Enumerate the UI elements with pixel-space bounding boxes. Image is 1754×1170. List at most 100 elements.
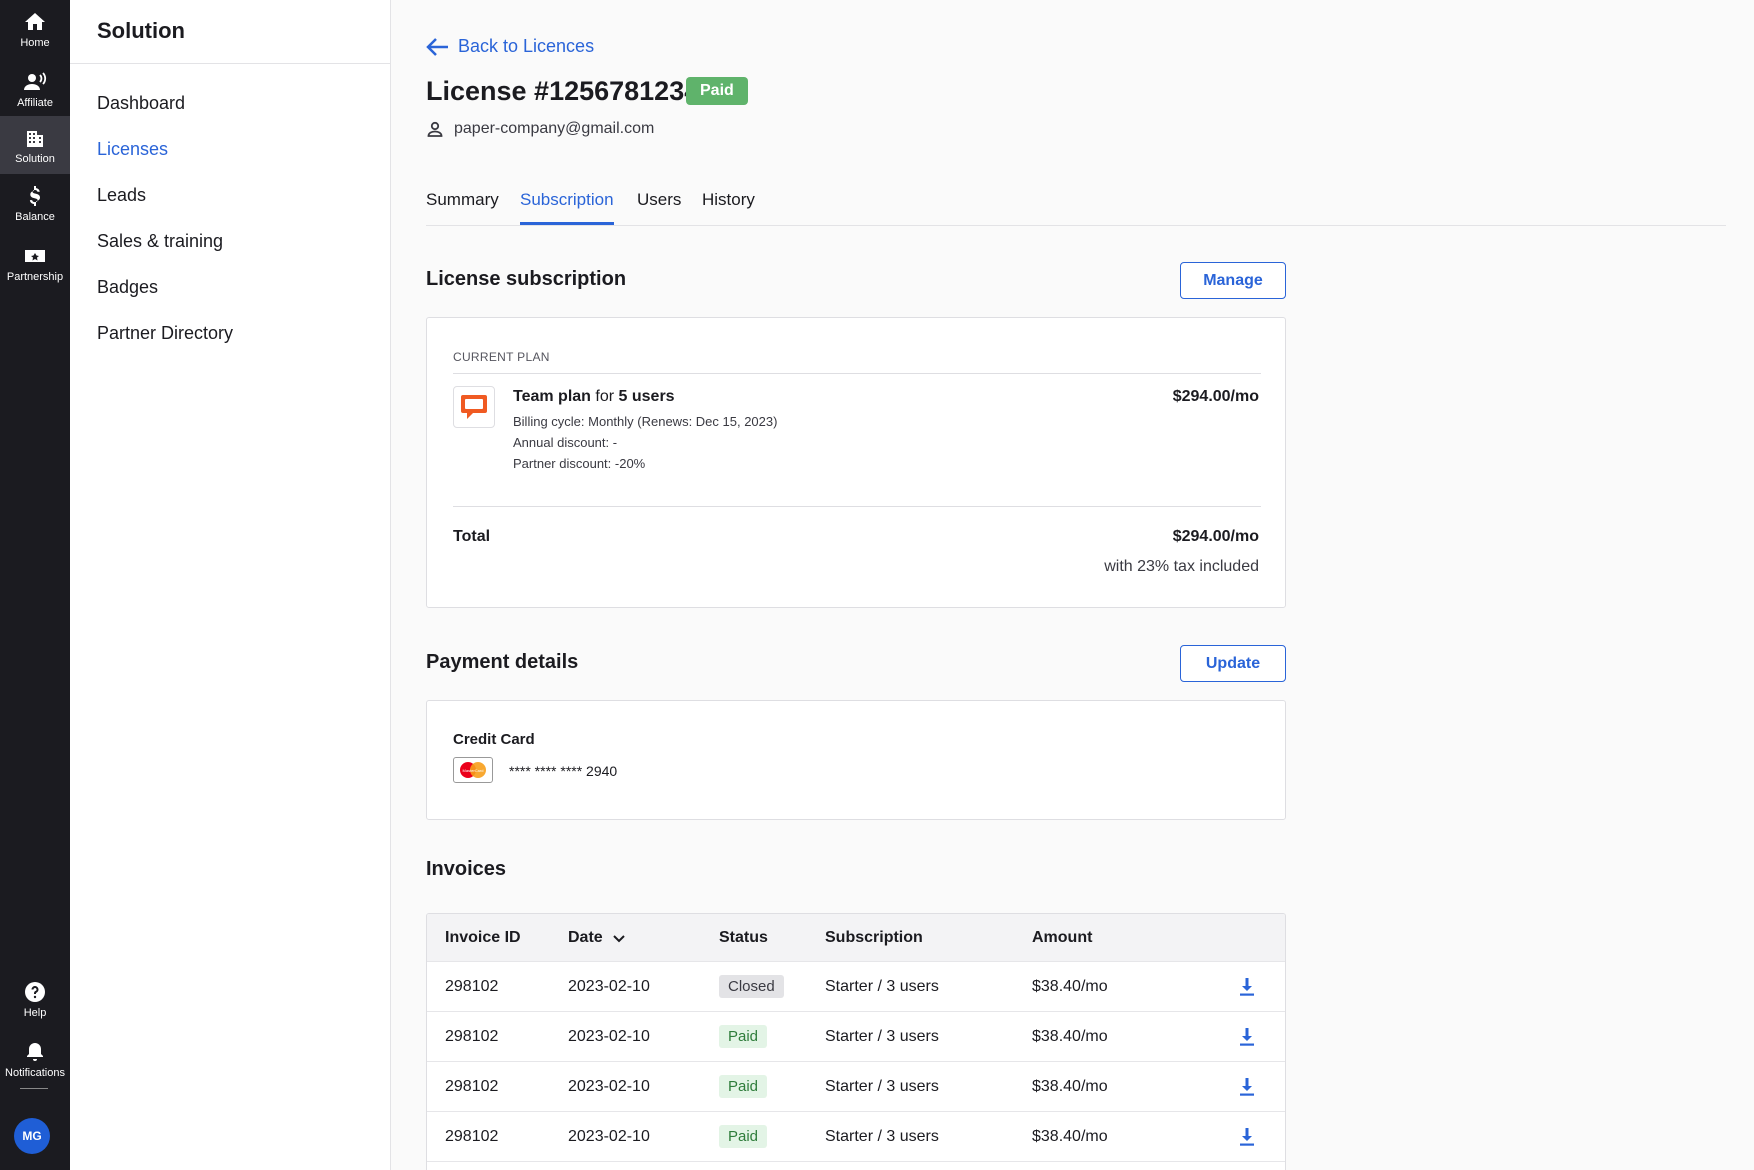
table-row: 298102 2023-02-10 Closed Starter / 3 use… — [427, 961, 1285, 1011]
plan-name: Team plan for 5 users — [513, 388, 675, 406]
rail-item-help[interactable]: Help — [0, 970, 70, 1028]
table-row: 298102 2023-02-10 Paid Starter / 3 users… — [427, 1061, 1285, 1111]
tab-users[interactable]: Users — [637, 190, 681, 222]
building-icon — [27, 130, 43, 147]
status-badge: Paid — [719, 1124, 768, 1148]
table-row — [427, 1161, 1285, 1170]
tab-summary[interactable]: Summary — [426, 190, 499, 222]
license-subscription-heading: License subscription — [426, 268, 627, 290]
owner-email-text: paper-company@gmail.com — [454, 120, 655, 137]
plan-for: for — [595, 388, 615, 405]
update-button[interactable]: Update — [1180, 645, 1286, 682]
rail-item-home[interactable]: Home — [0, 0, 70, 58]
invoice-id: 298102 — [445, 1027, 499, 1045]
user-icon — [427, 121, 443, 137]
sidebar-item-sales-training[interactable]: Sales & training — [70, 218, 390, 264]
download-button[interactable] — [1212, 1027, 1282, 1047]
column-header-amount: Amount — [1032, 928, 1093, 946]
rail-label: Balance — [15, 210, 55, 223]
secondary-sidebar: Solution Dashboard Licenses Leads Sales … — [70, 0, 391, 1170]
download-icon — [1240, 1077, 1254, 1096]
chevron-down-icon — [612, 934, 625, 942]
invoices-table: Invoice ID Date Status Subscription Amou… — [426, 913, 1286, 1170]
rail-label: Home — [20, 36, 50, 49]
column-header-date[interactable]: Date — [568, 929, 719, 947]
invoice-subscription: Starter / 3 users — [825, 1127, 939, 1145]
status-badge: Paid — [686, 77, 748, 105]
status-badge: Paid — [719, 1074, 768, 1098]
sidebar-item-partner-directory[interactable]: Partner Directory — [70, 310, 390, 356]
rail-item-notifications[interactable]: Notifications — [0, 1030, 70, 1088]
column-header-subscription: Subscription — [825, 928, 923, 946]
invoice-amount: $38.40/mo — [1032, 1027, 1108, 1045]
download-icon — [1240, 1027, 1254, 1046]
help-icon — [25, 981, 45, 1002]
status-badge: Closed — [719, 974, 784, 998]
invoice-date: 2023-02-10 — [568, 1027, 650, 1045]
payment-card: Credit Card MasterCard **** **** **** 29… — [426, 700, 1286, 820]
back-link-label: Back to Licences — [458, 36, 595, 56]
back-to-licences-link[interactable]: Back to Licences — [426, 36, 594, 57]
sidebar-item-badges[interactable]: Badges — [70, 264, 390, 310]
invoice-subscription: Starter / 3 users — [825, 1077, 939, 1095]
rail-label: Help — [23, 1006, 47, 1019]
tab-bar: Summary Subscription Users History — [426, 184, 1726, 226]
table-header: Invoice ID Date Status Subscription Amou… — [427, 914, 1285, 961]
invoice-subscription: Starter / 3 users — [825, 977, 939, 995]
tax-note: with 23% tax included — [1104, 558, 1259, 575]
rail-item-partnership[interactable]: Partnership — [0, 234, 70, 292]
invoice-date: 2023-02-10 — [568, 1127, 650, 1145]
rail-label: Affiliate — [17, 96, 53, 109]
owner-email: paper-company@gmail.com — [426, 120, 654, 138]
sidebar-title: Solution — [70, 0, 390, 64]
sidebar-item-leads[interactable]: Leads — [70, 172, 390, 218]
card-number: **** **** **** 2940 — [509, 763, 618, 779]
mastercard-icon: MasterCard — [453, 757, 493, 783]
download-button[interactable] — [1212, 1127, 1282, 1147]
date-header-label: Date — [568, 928, 603, 946]
sidebar-item-licenses[interactable]: Licenses — [70, 126, 390, 172]
table-row: 298102 2023-02-10 Paid Starter / 3 users… — [427, 1011, 1285, 1061]
column-header-status: Status — [719, 928, 768, 946]
home-icon — [25, 12, 45, 30]
payment-details-heading: Payment details — [426, 651, 579, 673]
avatar[interactable]: MG — [14, 1118, 50, 1154]
invoice-date: 2023-02-10 — [568, 977, 650, 995]
manage-button[interactable]: Manage — [1180, 262, 1286, 299]
divider — [453, 373, 1261, 374]
dollar-icon — [29, 185, 40, 206]
column-header-invoice-id: Invoice ID — [445, 928, 521, 946]
invoice-amount: $38.40/mo — [1032, 977, 1108, 995]
payment-method-label: Credit Card — [453, 731, 535, 748]
sidebar-item-dashboard[interactable]: Dashboard — [70, 80, 390, 126]
plan-price: $294.00/mo — [1172, 388, 1259, 405]
invoice-id: 298102 — [445, 1077, 499, 1095]
divider — [453, 506, 1261, 507]
sidebar-list: Dashboard Licenses Leads Sales & trainin… — [70, 64, 390, 356]
download-button[interactable] — [1212, 977, 1282, 997]
invoice-amount: $38.40/mo — [1032, 1127, 1108, 1145]
table-row: 298102 2023-02-10 Paid Starter / 3 users… — [427, 1111, 1285, 1161]
rail-item-balance[interactable]: Balance — [0, 174, 70, 232]
invoices-heading: Invoices — [426, 858, 507, 880]
total-label: Total — [453, 528, 491, 545]
invoice-amount: $38.40/mo — [1032, 1077, 1108, 1095]
rail-item-solution[interactable]: Solution — [0, 116, 70, 174]
rail-item-affiliate[interactable]: Affiliate — [0, 60, 70, 118]
rail-label: Solution — [15, 152, 55, 165]
icon-rail: Home Affiliate Solution Balance Partners… — [0, 0, 70, 1170]
invoice-id: 298102 — [445, 1127, 499, 1145]
total-price: $294.00/mo — [1172, 528, 1259, 545]
download-button[interactable] — [1212, 1077, 1282, 1097]
rail-label: Notifications — [5, 1066, 65, 1079]
subscription-card: CURRENT PLAN Team plan for 5 users Billi… — [426, 317, 1286, 608]
tab-history[interactable]: History — [702, 190, 755, 222]
tab-subscription[interactable]: Subscription — [520, 190, 614, 225]
rail-label: Partnership — [6, 270, 64, 283]
main-content: Back to Licences License #1256781234 Pai… — [392, 0, 1754, 1170]
mastercard-logo: MasterCard — [460, 762, 486, 778]
current-plan-label: CURRENT PLAN — [453, 350, 550, 364]
arrow-left-icon — [426, 37, 448, 56]
download-icon — [1240, 977, 1254, 996]
invoice-id: 298102 — [445, 977, 499, 995]
